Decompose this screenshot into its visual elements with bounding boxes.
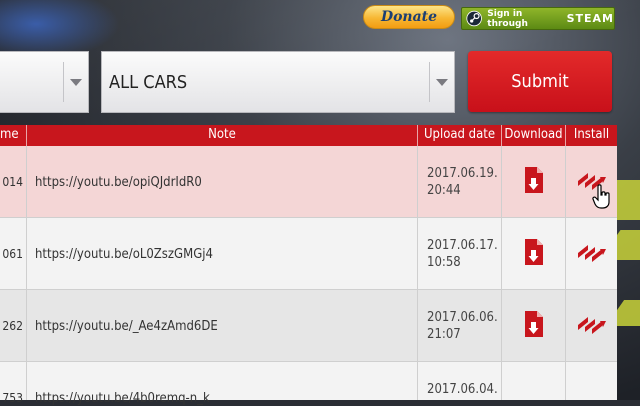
table-row: 014 https://youtu.be/opiQJdrIdR0 2017.06… — [0, 146, 617, 218]
upload-date-time: 10:58 — [427, 255, 461, 270]
install-button[interactable] — [576, 313, 608, 339]
name-cell: 014 — [0, 146, 27, 217]
upload-date-day: 2017.06.17. — [427, 238, 498, 253]
column-header-download[interactable]: Download — [502, 125, 566, 146]
install-arrows-icon — [577, 316, 606, 334]
hand-pointer-icon — [592, 184, 610, 209]
name-text: 753 — [2, 391, 23, 405]
note-link[interactable]: https://youtu.be/_Ae4zAmd6DE — [35, 319, 218, 334]
download-button[interactable] — [521, 166, 547, 198]
column-header-name[interactable]: me — [0, 125, 27, 146]
model-select-arrow[interactable] — [63, 62, 88, 102]
upload-date: 2017.06.04. — [427, 381, 499, 398]
download-file-icon — [524, 166, 543, 193]
chevron-down-icon — [70, 79, 82, 86]
note-cell: https://youtu.be/4b0remq-n_k — [27, 362, 418, 406]
car-select[interactable]: ALL CARS — [101, 51, 455, 113]
note-cell: https://youtu.be/oL0ZszGMGj4 — [27, 218, 418, 289]
download-cell — [502, 218, 566, 289]
download-button[interactable] — [521, 310, 547, 342]
steam-icon — [466, 10, 482, 27]
install-cell — [566, 362, 617, 400]
column-header-upload-date[interactable]: Upload date — [418, 125, 502, 146]
name-text: 014 — [2, 175, 23, 189]
name-cell: 061 — [0, 218, 27, 289]
note-link[interactable]: https://youtu.be/4b0remq-n_k — [35, 391, 210, 406]
setups-table: me Note Upload date Download Install 014… — [0, 125, 617, 406]
car-select-value: ALL CARS — [109, 72, 188, 93]
download-file-icon — [524, 238, 543, 265]
date-cell: 2017.06.04. — [418, 362, 502, 400]
note-link[interactable]: https://youtu.be/opiQJdrIdR0 — [35, 175, 202, 190]
steam-brand-label: STEAM — [566, 12, 614, 25]
download-button[interactable] — [521, 238, 547, 270]
table-row: 061 https://youtu.be/oL0ZszGMGj4 2017.06… — [0, 218, 617, 290]
install-arrows-icon — [577, 244, 606, 262]
note-link[interactable]: https://youtu.be/oL0ZszGMGj4 — [35, 247, 213, 262]
table-header: me Note Upload date Download Install — [0, 125, 617, 146]
download-cell — [502, 362, 566, 400]
install-cell — [566, 290, 617, 361]
download-cell — [502, 146, 566, 217]
table-row: 753 https://youtu.be/4b0remq-n_k 2017.06… — [0, 362, 617, 406]
column-header-install[interactable]: Install — [566, 125, 617, 146]
date-cell: 2017.06.06. 21:07 — [418, 290, 502, 361]
name-cell: 753 — [0, 362, 27, 405]
model-select[interactable] — [0, 51, 89, 113]
car-select-arrow[interactable] — [429, 62, 454, 102]
upload-date-day: 2017.06.19. — [427, 166, 498, 181]
upload-date: 2017.06.19. 20:44 — [427, 165, 499, 199]
upload-date-time: 21:07 — [427, 327, 461, 342]
donate-button[interactable]: Donate — [363, 5, 455, 29]
install-cell — [566, 218, 617, 289]
note-cell: https://youtu.be/opiQJdrIdR0 — [27, 146, 418, 217]
submit-button[interactable]: Submit — [468, 51, 612, 112]
date-cell: 2017.06.19. 20:44 — [418, 146, 502, 217]
install-button[interactable] — [576, 241, 608, 267]
name-text: 061 — [2, 247, 23, 261]
name-cell: 262 — [0, 290, 27, 361]
upload-date-day: 2017.06.04. — [427, 382, 498, 397]
upload-date-time: 20:44 — [427, 183, 461, 198]
steam-signin-label: Sign in through — [487, 8, 528, 29]
note-cell: https://youtu.be/_Ae4zAmd6DE — [27, 290, 418, 361]
upload-date: 2017.06.17. 10:58 — [427, 237, 499, 271]
upload-date-day: 2017.06.06. — [427, 310, 498, 325]
date-cell: 2017.06.17. 10:58 — [418, 218, 502, 289]
download-file-icon — [524, 310, 543, 337]
table-row: 262 https://youtu.be/_Ae4zAmd6DE 2017.06… — [0, 290, 617, 362]
steam-signin-button[interactable]: Sign in through STEAM — [461, 7, 615, 30]
download-cell — [502, 290, 566, 361]
name-text: 262 — [2, 319, 23, 333]
upload-date: 2017.06.06. 21:07 — [427, 309, 499, 343]
column-header-note[interactable]: Note — [27, 125, 418, 146]
chevron-down-icon — [436, 79, 448, 86]
